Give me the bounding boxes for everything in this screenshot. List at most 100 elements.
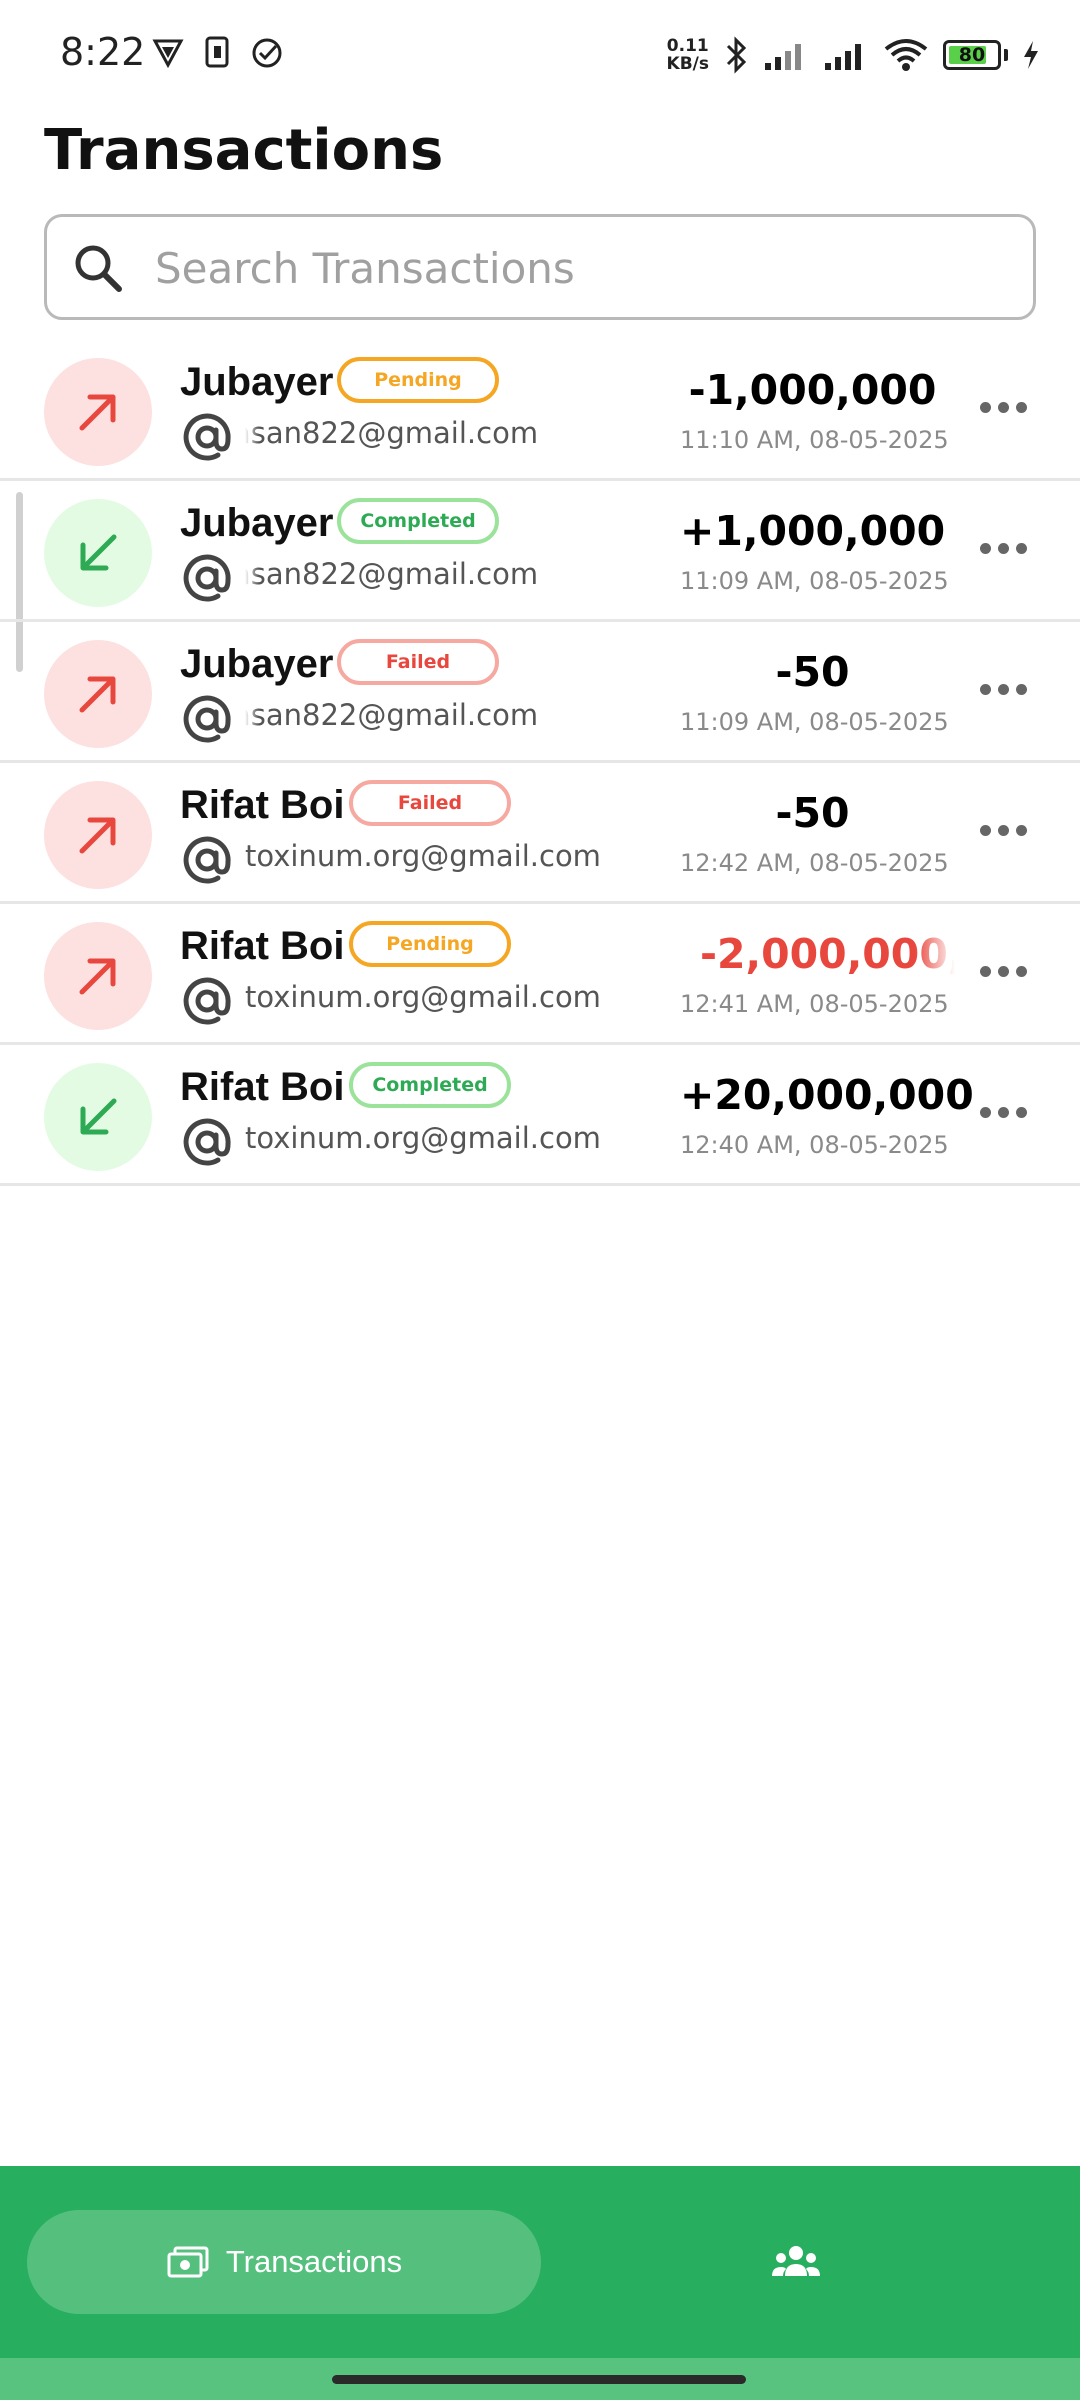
status-badge: Completed: [349, 1062, 511, 1108]
transaction-email: toxinum.org@gmail.com: [245, 839, 601, 873]
transaction-time: 11:09 AM, 08-05-2025: [680, 567, 949, 595]
at-sign-icon: [183, 554, 231, 602]
outgoing-arrow-icon: [79, 817, 116, 854]
more-dots-icon: [980, 1107, 991, 1118]
transaction-amount: -2,000,000,: [700, 930, 955, 978]
more-dots-icon: [980, 543, 991, 554]
transaction-row[interactable]: Rifat Boi Pending toxinum.org@gmail.com …: [0, 904, 1080, 1045]
transaction-row[interactable]: Jubayer Completed asan822@gmail.com +1,0…: [0, 481, 1080, 622]
transaction-name: Rifat Boi: [180, 924, 345, 968]
transaction-time: 12:41 AM, 08-05-2025: [680, 990, 949, 1018]
transaction-avatar: [44, 499, 152, 607]
transaction-avatar: [44, 781, 152, 889]
more-options-button[interactable]: [976, 952, 1032, 992]
vpn-shield-icon: [152, 39, 184, 68]
more-dots-icon: [1016, 402, 1027, 413]
nav-transactions-tab[interactable]: Transactions: [27, 2210, 541, 2314]
signal-strength-icon: [765, 44, 801, 70]
transaction-avatar: [44, 358, 152, 466]
transaction-email: asan822@gmail.com: [245, 698, 539, 732]
transaction-name: Jubayer: [180, 501, 334, 545]
transaction-row[interactable]: Jubayer Failed asan822@gmail.com -50 11:…: [0, 622, 1080, 763]
status-right: 0.11 KB/s 80: [667, 28, 1040, 82]
transaction-name: Rifat Boi: [180, 1065, 345, 1109]
email-container: toxinum.org@gmail.com: [245, 980, 665, 1026]
at-sign-icon: [183, 977, 231, 1025]
money-icon: [167, 2246, 209, 2278]
status-badge: Failed: [349, 780, 511, 826]
transaction-amount: +1,000,000: [680, 507, 946, 555]
more-dots-icon: [998, 402, 1009, 413]
incoming-arrow-icon: [80, 534, 117, 571]
status-badge: Completed: [337, 498, 499, 544]
status-badge: Failed: [337, 639, 499, 685]
nav-transactions-label: Transactions: [225, 2244, 403, 2279]
email-container: asan822@gmail.com: [245, 698, 665, 744]
page-title: Transactions: [44, 118, 444, 183]
status-time: 8:22: [60, 30, 146, 74]
more-options-button[interactable]: [976, 1093, 1032, 1133]
transaction-amount: -50: [775, 789, 850, 837]
search-input[interactable]: [153, 217, 1017, 319]
sim-card-icon: [205, 36, 229, 68]
transaction-row[interactable]: Jubayer Pending asan822@gmail.com -1,000…: [0, 340, 1080, 481]
outgoing-arrow-icon: [79, 394, 116, 431]
network-speed-unit: KB/s: [666, 54, 709, 74]
status-badge: Pending: [349, 921, 511, 967]
bluetooth-icon: [726, 36, 747, 74]
more-options-button[interactable]: [976, 529, 1032, 569]
more-dots-icon: [980, 825, 991, 836]
transaction-time: 12:40 AM, 08-05-2025: [680, 1131, 949, 1159]
transaction-email: asan822@gmail.com: [245, 416, 539, 450]
email-container: asan822@gmail.com: [245, 416, 665, 462]
status-bar: 8:22 0.11 KB/s 80: [0, 0, 1080, 108]
email-container: toxinum.org@gmail.com: [245, 839, 665, 885]
more-dots-icon: [1016, 966, 1027, 977]
transaction-time: 11:10 AM, 08-05-2025: [680, 426, 949, 454]
more-dots-icon: [998, 966, 1009, 977]
search-icon: [75, 245, 122, 292]
transaction-row[interactable]: Rifat Boi Completed toxinum.org@gmail.co…: [0, 1045, 1080, 1186]
transaction-email: toxinum.org@gmail.com: [245, 1121, 601, 1155]
transaction-time: 11:09 AM, 08-05-2025: [680, 708, 949, 736]
wifi-icon: [884, 39, 928, 71]
email-container: asan822@gmail.com: [245, 557, 665, 603]
battery-level: 80: [958, 44, 986, 66]
transaction-name: Jubayer: [180, 642, 334, 686]
more-dots-icon: [1016, 1107, 1027, 1118]
transaction-name: Rifat Boi: [180, 783, 345, 827]
transaction-list: Jubayer Pending asan822@gmail.com -1,000…: [0, 340, 1080, 1186]
more-options-button[interactable]: [976, 811, 1032, 851]
transaction-amount: -50: [775, 648, 850, 696]
more-dots-icon: [998, 825, 1009, 836]
more-options-button[interactable]: [976, 388, 1032, 428]
transaction-row[interactable]: Rifat Boi Failed toxinum.org@gmail.com -…: [0, 763, 1080, 904]
network-speed-value: 0.11: [666, 36, 709, 56]
outgoing-arrow-icon: [79, 958, 116, 995]
outgoing-arrow-icon: [79, 676, 116, 713]
email-container: toxinum.org@gmail.com: [245, 1121, 665, 1167]
at-sign-icon: [183, 836, 231, 884]
at-sign-icon: [183, 1118, 231, 1166]
status-badge: Pending: [337, 357, 499, 403]
battery-nub: [1004, 49, 1008, 61]
charging-icon: [1024, 41, 1038, 69]
transaction-avatar: [44, 640, 152, 748]
transaction-email: toxinum.org@gmail.com: [245, 980, 601, 1014]
transaction-avatar: [44, 1063, 152, 1171]
people-icon[interactable]: [768, 2236, 824, 2292]
home-gesture-bar[interactable]: [332, 2375, 746, 2384]
signal-strength-2-icon: [825, 44, 861, 70]
more-dots-icon: [1016, 543, 1027, 554]
search-bar[interactable]: [44, 214, 1036, 320]
transaction-time: 12:42 AM, 08-05-2025: [680, 849, 949, 877]
transaction-amount: -1,000,000: [688, 366, 937, 414]
more-dots-icon: [998, 543, 1009, 554]
battery-icon: 80: [943, 40, 1001, 70]
more-dots-icon: [980, 402, 991, 413]
at-sign-icon: [183, 695, 231, 743]
more-dots-icon: [998, 1107, 1009, 1118]
transaction-email: asan822@gmail.com: [245, 557, 539, 591]
transaction-amount: +20,000,000: [680, 1071, 974, 1119]
more-options-button[interactable]: [976, 670, 1032, 710]
